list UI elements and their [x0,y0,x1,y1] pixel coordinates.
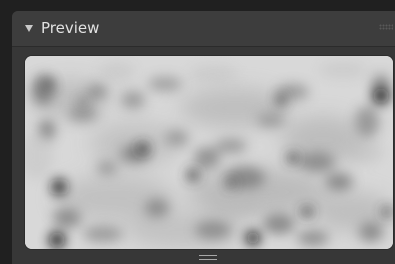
texture-preview [25,56,393,249]
collapse-triangle-icon[interactable] [25,25,33,32]
drag-grip-icon[interactable] [379,24,393,30]
panel-title: Preview [41,19,100,37]
editor-area: Preview [0,0,395,264]
panel-resize-handle[interactable] [199,255,217,261]
panel-header[interactable]: Preview [12,11,395,47]
preview-panel: Preview [12,11,395,264]
noise-preview-image [25,56,393,249]
